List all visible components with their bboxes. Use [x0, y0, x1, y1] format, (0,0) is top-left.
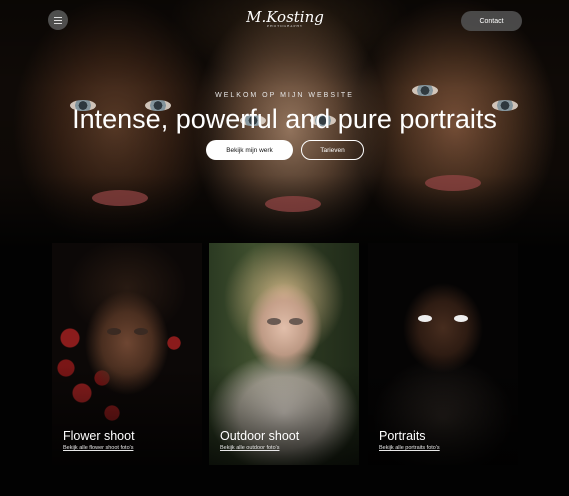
card-title: Portraits — [379, 429, 426, 443]
card-photo-eye — [418, 315, 432, 322]
card-photo-eye — [454, 315, 468, 322]
contact-button[interactable]: Contact — [461, 11, 522, 31]
card-link[interactable]: Bekijk alle outdoor foto's — [220, 445, 279, 451]
card-title: Flower shoot — [63, 429, 135, 443]
menu-button[interactable] — [48, 10, 68, 30]
site-logo[interactable]: M.Kosting PHOTOGRAPHY — [245, 8, 325, 28]
card-flower-shoot[interactable]: Flower shoot Bekijk alle flower shoot fo… — [52, 243, 202, 465]
hero-welcome-text: WELKOM OP MIJN WEBSITE — [215, 92, 354, 99]
card-photo-eye — [107, 328, 121, 335]
card-title: Outdoor shoot — [220, 429, 300, 443]
card-photo-eye — [289, 318, 303, 325]
hero-photo-lips — [265, 196, 321, 212]
hamburger-icon — [54, 19, 62, 21]
card-outdoor-shoot[interactable]: Outdoor shoot Bekijk alle outdoor foto's — [209, 243, 359, 465]
rates-button[interactable]: Tarieven — [301, 140, 364, 160]
view-work-button[interactable]: Bekijk mijn werk — [206, 140, 293, 160]
card-link[interactable]: Bekijk alle flower shoot foto's — [63, 445, 133, 451]
hero-headline: Intense, powerful and pure portraits — [72, 104, 497, 134]
hero-photo-lips — [425, 175, 481, 191]
page: M.Kosting PHOTOGRAPHY Contact WELKOM OP … — [0, 0, 569, 496]
card-portraits[interactable]: Portraits Bekijk alle portraits foto's — [368, 243, 518, 465]
card-photo-eye — [134, 328, 148, 335]
card-photo-eye — [267, 318, 281, 325]
card-link[interactable]: Bekijk alle portraits foto's — [379, 445, 440, 451]
hero-photo-lips — [92, 190, 148, 206]
